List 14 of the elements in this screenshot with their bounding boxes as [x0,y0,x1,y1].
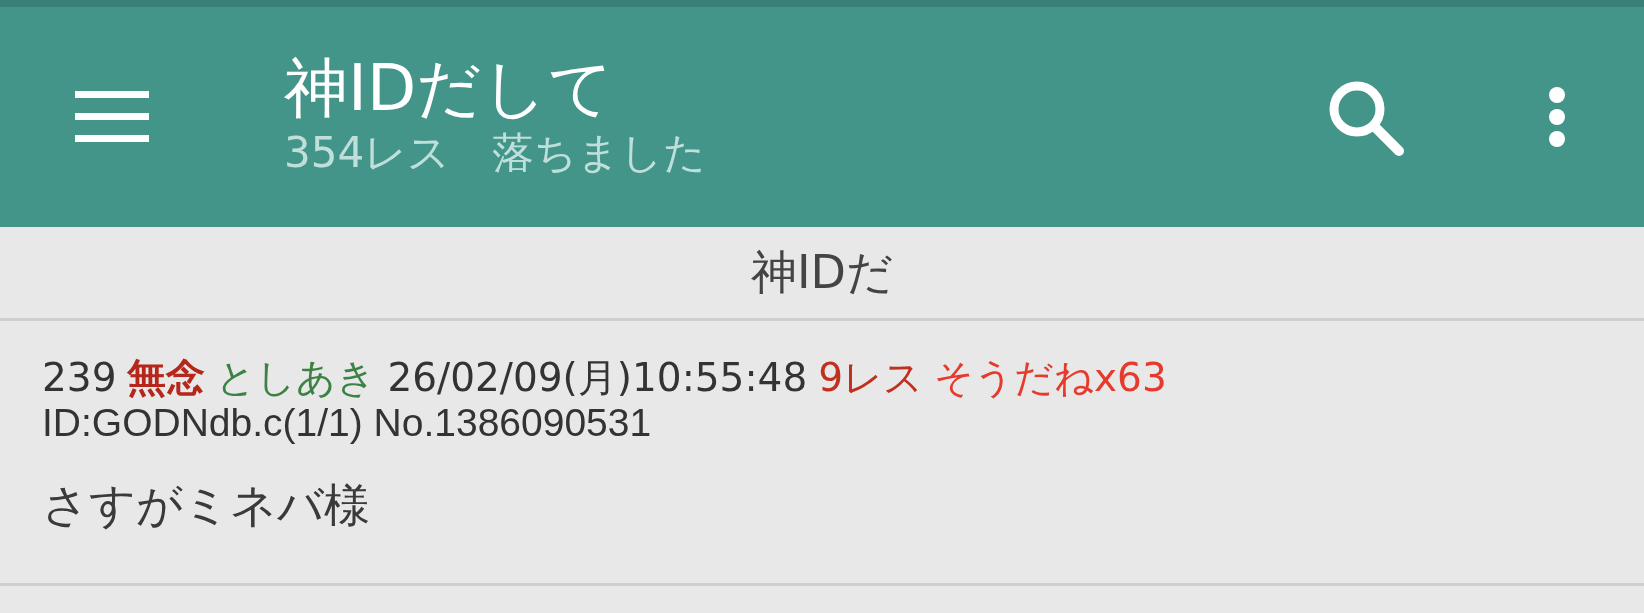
thread-status: 354レス 落ちました [284,127,708,179]
post-id: ID:GODNdb.c(1/1) No.1386090531 [42,401,653,445]
reply-count[interactable]: 9レス [818,355,924,401]
thread-title: 神IDだして [284,50,616,127]
poster-handle: としあき [216,355,377,401]
post-number: 239 [42,355,117,401]
menu-button[interactable] [73,89,151,145]
post-date: 26/02/09(月)10:55:48 [387,355,808,401]
menu-icon [75,91,149,143]
like-count[interactable]: そうだねx63 [934,355,1167,401]
post-body: さすがミネバ様 [42,477,371,534]
more-icon [1547,86,1567,148]
poster-name: 無念 [127,355,206,401]
thread-heading: 神IDだ [751,243,893,301]
